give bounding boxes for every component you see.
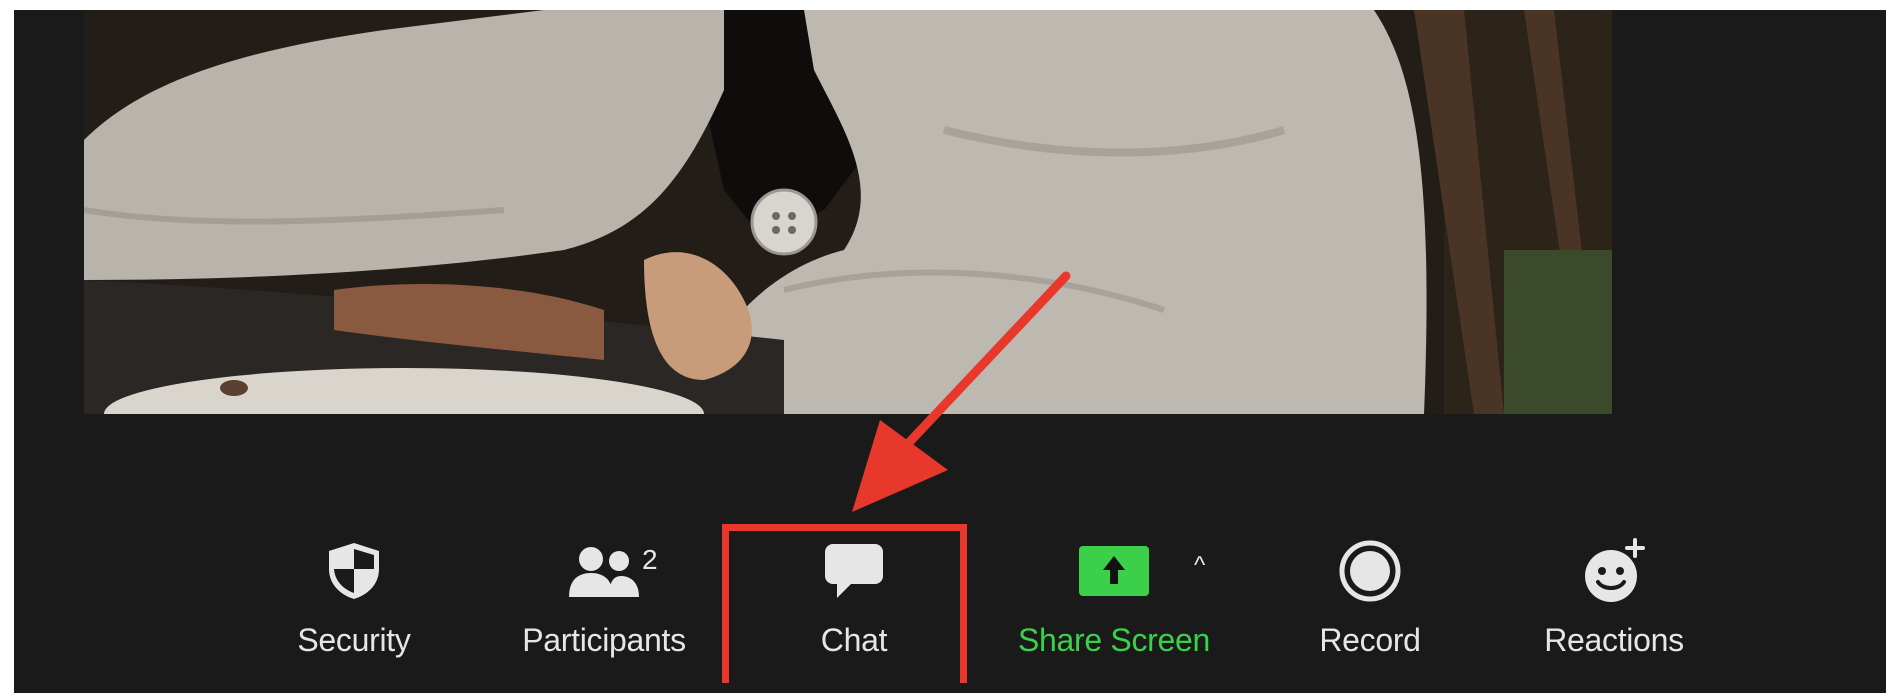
- security-label: Security: [297, 622, 411, 658]
- record-icon: [1339, 530, 1401, 612]
- shield-icon: [327, 530, 381, 612]
- record-button[interactable]: Record: [1300, 530, 1440, 659]
- chat-highlight-box: [722, 524, 967, 683]
- share-screen-label: Share Screen: [1017, 622, 1211, 658]
- reactions-label: Reactions: [1544, 622, 1684, 658]
- security-button[interactable]: Security: [274, 530, 434, 659]
- video-frame: [84, 10, 1612, 414]
- smiley-plus-icon: [1581, 530, 1647, 612]
- reactions-button[interactable]: Reactions: [1514, 530, 1714, 659]
- record-label: Record: [1319, 622, 1421, 658]
- share-options-caret[interactable]: ^: [1194, 552, 1205, 580]
- share-screen-button[interactable]: Share Screen: [998, 530, 1230, 659]
- participants-label: Participants: [522, 622, 686, 658]
- participants-button[interactable]: Participants: [502, 530, 706, 659]
- share-screen-icon: [1077, 530, 1151, 612]
- participants-count: 2: [642, 544, 658, 575]
- participant-video: [84, 10, 1612, 414]
- people-icon: [567, 530, 641, 612]
